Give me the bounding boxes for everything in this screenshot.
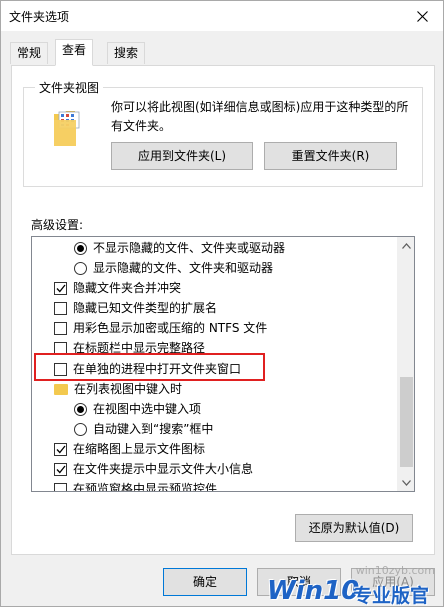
checkbox[interactable] (54, 443, 67, 456)
checkmark-icon (56, 445, 66, 454)
advanced-settings-label: 高级设置: (31, 218, 84, 232)
list-item[interactable]: 不显示隐藏的文件、文件夹或驱动器 (74, 239, 285, 258)
highlight-box (34, 353, 265, 381)
list-item[interactable]: 隐藏已知文件类型的扩展名 (54, 299, 217, 318)
chevron-down-icon (402, 479, 411, 486)
apply-to-folders-button[interactable]: 应用到文件夹(L) (111, 142, 253, 170)
scroll-up-button[interactable] (398, 237, 414, 254)
list-item[interactable]: 用彩色显示加密或压缩的 NTFS 文件 (54, 319, 267, 338)
close-button[interactable] (401, 1, 443, 31)
folder-options-dialog: 文件夹选项 常规 查看 搜索 文件夹视图 你可以将此视图(如详细信息或图标)应用… (0, 0, 444, 607)
folder-icon (54, 384, 68, 395)
reset-folders-button[interactable]: 重置文件夹(R) (264, 142, 397, 170)
list-item[interactable]: 在文件夹提示中显示文件大小信息 (54, 460, 253, 479)
title-bar: 文件夹选项 (1, 1, 443, 31)
window-title: 文件夹选项 (9, 10, 70, 24)
checkbox[interactable] (54, 463, 67, 476)
tab-general[interactable]: 常规 (10, 42, 49, 64)
checkmark-icon (56, 284, 66, 293)
folder-views-label: 文件夹视图 (35, 79, 104, 96)
chevron-up-icon (402, 242, 411, 249)
list-item[interactable]: 在预览窗格中显示预览控件 (54, 480, 217, 491)
cancel-button[interactable]: 取消 (257, 568, 341, 596)
apply-button[interactable]: 应用(A) (351, 568, 435, 596)
list-item[interactable]: 隐藏文件夹合并冲突 (54, 279, 181, 298)
checkbox[interactable] (54, 302, 67, 315)
radio-button[interactable] (74, 403, 87, 416)
restore-defaults-button[interactable]: 还原为默认值(D) (295, 514, 413, 542)
folder-view-icon (54, 111, 80, 146)
tab-view[interactable]: 查看 (55, 39, 94, 66)
scroll-thumb[interactable] (400, 377, 413, 467)
checkbox[interactable] (54, 322, 67, 335)
list-item[interactable]: 显示隐藏的文件、文件夹和驱动器 (74, 259, 273, 278)
tab-search[interactable]: 搜索 (107, 42, 146, 64)
radio-button[interactable] (74, 262, 87, 275)
list-scrollbar[interactable] (397, 237, 414, 491)
radio-button[interactable] (74, 423, 87, 436)
list-item[interactable]: 在视图中选中键入项 (74, 400, 201, 419)
list-item[interactable]: 自动键入到“搜索”框中 (74, 420, 213, 439)
close-icon (416, 10, 428, 22)
radio-button[interactable] (74, 242, 87, 255)
checkbox[interactable] (54, 282, 67, 295)
ok-button[interactable]: 确定 (163, 568, 247, 596)
checkbox[interactable] (54, 483, 67, 491)
folder-views-description: 你可以将此视图(如详细信息或图标)应用于这种类型的所有文件夹。 (111, 100, 409, 133)
list-item[interactable]: 在缩略图上显示文件图标 (54, 440, 205, 459)
list-item: 在列表视图中键入时 (54, 380, 182, 399)
scroll-down-button[interactable] (398, 474, 414, 491)
checkmark-icon (56, 465, 66, 474)
